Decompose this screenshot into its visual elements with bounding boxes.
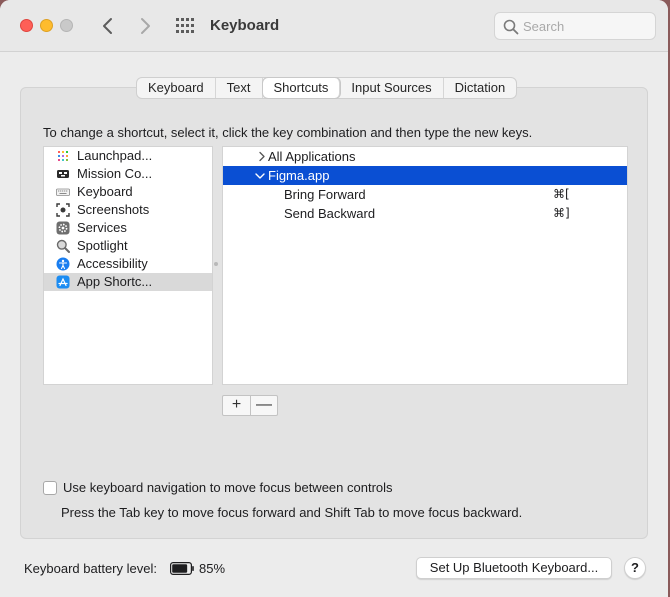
close-button[interactable] (20, 19, 33, 32)
tab-shortcuts[interactable]: Shortcuts (262, 78, 341, 98)
tab-input-sources[interactable]: Input Sources (340, 78, 444, 98)
shortcut-label: Send Backward (284, 206, 376, 221)
category-app-shortcuts[interactable]: App Shortc... (44, 273, 212, 291)
battery-percentage: 85% (199, 561, 226, 576)
search-input[interactable] (523, 17, 649, 35)
instruction-text: To change a shortcut, select it, click t… (43, 125, 533, 140)
tab-keyboard[interactable]: Keyboard (137, 78, 216, 98)
keyboard-navigation-help: Press the Tab key to move focus forward … (61, 505, 523, 520)
category-mission-control[interactable]: Mission Co... (44, 165, 212, 183)
keyboard-navigation-label[interactable]: Use keyboard navigation to move focus be… (63, 480, 393, 495)
back-button[interactable] (98, 15, 118, 37)
category-label: Services (77, 220, 127, 235)
shortcut-row-bring-forward[interactable]: Bring Forward ⌘[ (223, 185, 627, 204)
category-label: Accessibility (77, 256, 148, 271)
services-gear-icon (56, 221, 70, 235)
shortcut-group-label: All Applications (268, 149, 356, 164)
set-up-bluetooth-keyboard-button[interactable]: Set Up Bluetooth Keyboard... (416, 557, 612, 579)
shortcut-key-combination[interactable]: ⌘[ (553, 185, 570, 204)
keyboard-icon (56, 188, 70, 196)
accessibility-icon (56, 257, 70, 271)
category-services[interactable]: Services (44, 219, 212, 237)
shortcut-group-label: Figma.app (268, 168, 330, 183)
battery-icon (170, 562, 194, 575)
category-label: Launchpad... (77, 148, 153, 163)
category-spotlight[interactable]: Spotlight (44, 237, 212, 255)
shortcut-category-list: Launchpad... Mission Co... Keyboard Scre… (43, 146, 213, 385)
keyboard-navigation-checkbox[interactable] (43, 480, 57, 495)
shortcut-row-send-backward[interactable]: Send Backward ⌘] (223, 204, 627, 223)
shortcut-key-combination[interactable]: ⌘] (553, 204, 570, 223)
category-label: Screenshots (77, 202, 150, 217)
chevron-left-icon (103, 18, 112, 34)
category-label: App Shortc... (77, 274, 153, 289)
category-label: Spotlight (77, 238, 128, 253)
battery-level-label: Keyboard battery level: (24, 561, 157, 576)
shortcut-group-figma[interactable]: Figma.app (223, 166, 627, 185)
minimize-button[interactable] (40, 19, 53, 32)
add-shortcut-button[interactable]: + (223, 396, 250, 415)
help-button[interactable]: ? (624, 557, 646, 579)
category-keyboard[interactable]: Keyboard (44, 183, 212, 201)
screenshots-icon (56, 203, 70, 217)
category-label: Mission Co... (77, 166, 153, 181)
tab-text[interactable]: Text (216, 78, 263, 98)
window-title: Keyboard (210, 17, 280, 34)
chevron-right-icon[interactable] (256, 147, 268, 166)
grid-icon (176, 18, 194, 33)
shortcut-label: Bring Forward (284, 187, 366, 202)
shortcut-group-all-applications[interactable]: All Applications (223, 147, 627, 166)
tab-dictation[interactable]: Dictation (444, 78, 517, 98)
search-field[interactable] (494, 12, 656, 40)
category-label: Keyboard (77, 184, 133, 199)
show-all-button[interactable] (175, 17, 195, 35)
keyboard-preferences-window: Keyboard Keyboard Text Shortcuts Input S… (0, 0, 668, 597)
app-store-icon (56, 275, 70, 289)
category-accessibility[interactable]: Accessibility (44, 255, 212, 273)
spotlight-icon (56, 239, 70, 253)
category-launchpad[interactable]: Launchpad... (44, 147, 212, 165)
title-bar: Keyboard (0, 0, 668, 52)
launchpad-icon (58, 151, 68, 161)
mission-control-icon (57, 170, 69, 178)
keyboard-navigation-option: Use keyboard navigation to move focus be… (43, 480, 393, 495)
zoom-button[interactable] (60, 19, 73, 32)
add-remove-buttons: + — (222, 395, 278, 416)
tab-bar: Keyboard Text Shortcuts Input Sources Di… (136, 77, 518, 99)
remove-shortcut-button[interactable]: — (250, 396, 277, 415)
chevron-right-icon (141, 18, 150, 34)
split-view-divider-handle[interactable] (214, 262, 218, 266)
chevron-down-icon[interactable] (254, 166, 266, 185)
search-icon (503, 19, 519, 35)
shortcut-list: All Applications Figma.app Bring Forward… (222, 146, 628, 385)
forward-button[interactable] (135, 15, 155, 37)
category-screenshots[interactable]: Screenshots (44, 201, 212, 219)
